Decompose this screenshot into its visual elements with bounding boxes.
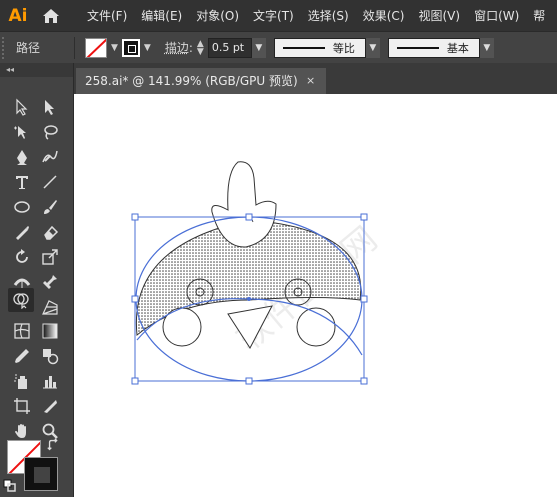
eraser-tool-icon[interactable] bbox=[39, 221, 61, 243]
menu-view[interactable]: 视图(V) bbox=[411, 7, 467, 24]
column-graph-tool-icon[interactable] bbox=[39, 370, 61, 392]
control-bar: 路径 ▼ ▼ 描边 : ▲ ▼ 0.5 pt ▼ 等比 ▼ 基本 ▼ bbox=[0, 31, 557, 63]
brush-definition[interactable]: 基本 bbox=[387, 37, 480, 58]
puppet-warp-tool-icon[interactable] bbox=[39, 271, 61, 293]
selection-type-label: 路径 bbox=[16, 41, 41, 55]
menu-type[interactable]: 文字(T) bbox=[246, 7, 301, 24]
curvature-tool-icon[interactable] bbox=[39, 146, 61, 168]
stroke-label[interactable]: 描边 bbox=[165, 39, 189, 56]
toolbar-collapse-icon[interactable]: ◂◂ bbox=[0, 63, 73, 77]
group-selection-tool-icon[interactable] bbox=[11, 121, 33, 143]
stroke-color-box[interactable] bbox=[24, 457, 58, 491]
variable-width-profile[interactable]: 等比 bbox=[273, 37, 366, 58]
ellipse-tool-icon[interactable] bbox=[11, 196, 33, 218]
scale-tool-icon[interactable] bbox=[39, 246, 61, 268]
line-segment-tool-icon[interactable] bbox=[39, 171, 61, 193]
rotate-tool-icon[interactable] bbox=[11, 246, 33, 268]
main-menu: 文件(F) 编辑(E) 对象(O) 文字(T) 选择(S) 效果(C) 视图(V… bbox=[80, 7, 552, 24]
menu-window[interactable]: 窗口(W) bbox=[467, 7, 526, 24]
fill-chevron-down-icon[interactable]: ▼ bbox=[111, 43, 118, 53]
menu-edit[interactable]: 编辑(E) bbox=[134, 7, 189, 24]
artboard-tool-icon[interactable] bbox=[11, 395, 33, 417]
stroke-weight-input[interactable]: 0.5 pt bbox=[207, 37, 252, 58]
none-fill-icon bbox=[86, 38, 106, 57]
gradient-tool-icon[interactable] bbox=[39, 320, 61, 342]
selection-tool-icon[interactable] bbox=[11, 96, 33, 118]
stroke-spinner-icon[interactable]: ▲ ▼ bbox=[197, 39, 204, 56]
pen-tool-icon[interactable] bbox=[11, 146, 33, 168]
app-logo: Ai bbox=[8, 5, 28, 26]
shape-builder-tool-icon[interactable] bbox=[8, 288, 34, 312]
center-point bbox=[247, 297, 251, 301]
document-tab[interactable]: 258.ai* @ 141.99% (RGB/GPU 预览) × bbox=[76, 68, 326, 94]
slice-tool-icon[interactable] bbox=[39, 395, 61, 417]
menu-select[interactable]: 选择(S) bbox=[301, 7, 356, 24]
stroke-swatch[interactable] bbox=[121, 38, 140, 57]
tools-panel: ◂◂ bbox=[0, 63, 74, 497]
divider bbox=[74, 36, 75, 59]
brush-line-icon bbox=[396, 46, 439, 49]
symbol-sprayer-tool-icon[interactable] bbox=[11, 370, 33, 392]
document-tab-bar: 258.ai* @ 141.99% (RGB/GPU 预览) × bbox=[74, 63, 557, 94]
menu-object[interactable]: 对象(O) bbox=[189, 7, 246, 24]
eyedropper-tool-icon[interactable] bbox=[11, 345, 33, 367]
perspective-grid-tool-icon[interactable] bbox=[39, 296, 61, 318]
artboard-canvas[interactable]: 软件自学网 bbox=[74, 94, 557, 497]
mesh-tool-icon[interactable] bbox=[11, 320, 33, 342]
panel-grip[interactable] bbox=[2, 36, 8, 59]
blend-tool-icon[interactable] bbox=[39, 345, 61, 367]
swap-colors-icon[interactable] bbox=[46, 437, 62, 453]
brush-label: 基本 bbox=[446, 41, 469, 55]
fill-swatch[interactable] bbox=[85, 37, 107, 58]
menu-bar: Ai 文件(F) 编辑(E) 对象(O) 文字(T) 选择(S) 效果(C) 视… bbox=[0, 0, 557, 31]
shaper-tool-icon[interactable] bbox=[11, 221, 33, 243]
menu-effect[interactable]: 效果(C) bbox=[356, 7, 412, 24]
stroke-chevron-down-icon[interactable]: ▼ bbox=[144, 43, 151, 53]
profile-label: 等比 bbox=[332, 41, 355, 55]
profile-line-icon bbox=[282, 46, 325, 49]
lasso-tool-icon[interactable] bbox=[39, 121, 61, 143]
home-icon[interactable] bbox=[36, 0, 66, 31]
crest-shape[interactable] bbox=[211, 161, 277, 248]
artwork: 软件自学网 bbox=[131, 161, 385, 385]
stroke-weight-dropdown-icon[interactable]: ▼ bbox=[251, 37, 266, 58]
brush-dropdown-icon[interactable]: ▼ bbox=[479, 37, 494, 58]
close-icon[interactable]: × bbox=[306, 68, 315, 94]
right-cheek[interactable] bbox=[296, 307, 336, 347]
profile-dropdown-icon[interactable]: ▼ bbox=[365, 37, 380, 58]
type-tool-icon[interactable] bbox=[11, 171, 33, 193]
paintbrush-tool-icon[interactable] bbox=[39, 196, 61, 218]
document-tab-title: 258.ai* @ 141.99% (RGB/GPU 预览) bbox=[85, 74, 298, 88]
hand-tool-icon[interactable] bbox=[11, 420, 33, 442]
menu-file[interactable]: 文件(F) bbox=[80, 7, 134, 24]
default-colors-icon[interactable] bbox=[3, 479, 17, 493]
menu-help[interactable]: 帮 bbox=[526, 7, 552, 24]
direct-selection-tool-icon[interactable] bbox=[39, 96, 61, 118]
